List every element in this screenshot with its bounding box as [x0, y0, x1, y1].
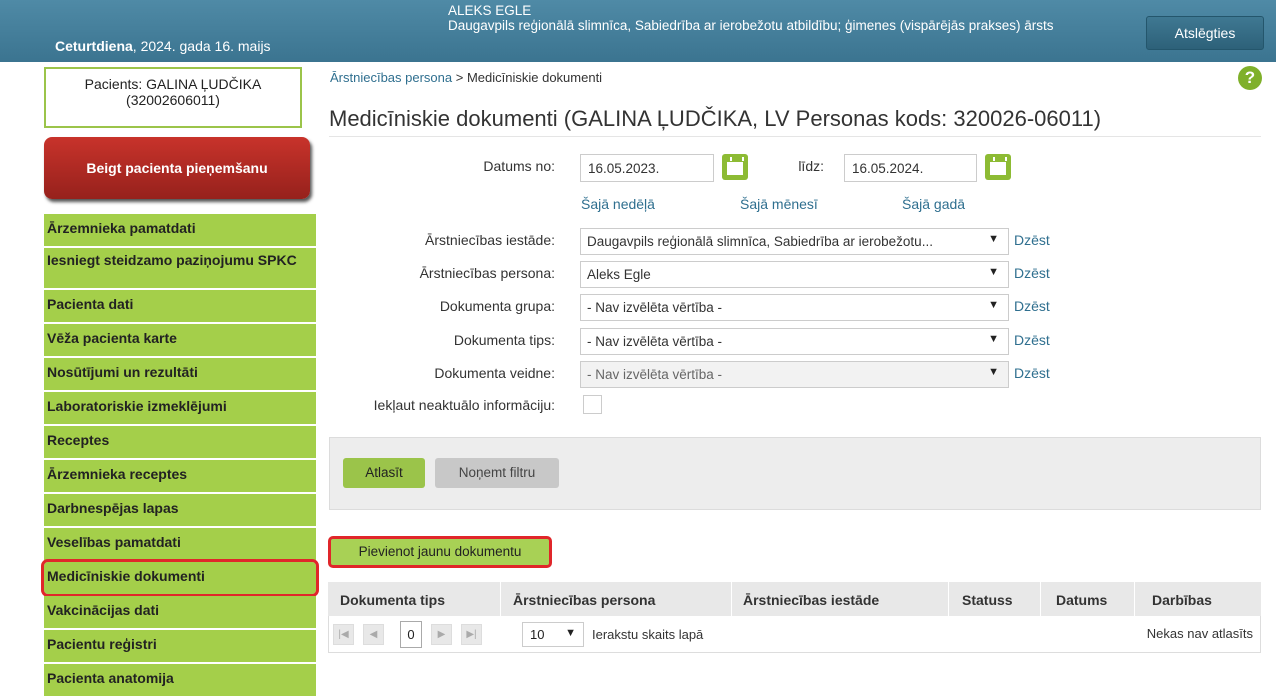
sidebar-nav: Ārzemnieka pamatdati Iesniegt steidzamo … — [41, 214, 319, 698]
sidebar-item-registries[interactable]: Pacientu reģistri — [44, 630, 316, 662]
breadcrumb-root-link[interactable]: Ārstniecības persona — [330, 70, 452, 85]
dropdown-arrow-icon: ▼ — [988, 233, 999, 245]
column-date[interactable]: Datums — [1056, 592, 1107, 608]
page-title: Medicīniskie dokumenti (GALINA ĻUDČIKA, … — [329, 106, 1102, 131]
document-template-label: Dokumenta veidne: — [434, 365, 555, 381]
date-from-calendar-icon[interactable] — [722, 154, 748, 180]
date-from-label: Datums no: — [483, 158, 555, 174]
page-number-input[interactable]: 0 — [400, 621, 422, 648]
document-template-select[interactable]: - Nav izvēlēta vērtība - ▼ — [580, 361, 1009, 388]
sidebar-item-medical-documents[interactable]: Medicīniskie dokumenti — [41, 559, 319, 597]
dropdown-arrow-icon: ▼ — [988, 366, 999, 378]
help-icon[interactable]: ? — [1238, 66, 1262, 90]
next-page-icon[interactable]: ▶ — [431, 624, 452, 645]
add-document-button[interactable]: Pievienot jaunu dokumentu — [328, 536, 552, 568]
user-name: ALEKS EGLE — [448, 3, 532, 18]
document-type-select[interactable]: - Nav izvēlēta vērtība - ▼ — [580, 328, 1009, 355]
breadcrumb-current: Medicīniskie dokumenti — [466, 70, 603, 85]
date-to-input[interactable]: 16.05.2024. — [844, 154, 977, 182]
quick-this-month-link[interactable]: Šajā mēnesī — [740, 196, 818, 212]
title-divider — [329, 136, 1261, 137]
sidebar-item-referrals[interactable]: Nosūtījumi un rezultāti — [44, 358, 316, 390]
sidebar-item-urgent-notification[interactable]: Iesniegt steidzamo paziņojumu SPKC — [44, 248, 316, 288]
column-medical-person[interactable]: Ārstniecības persona — [513, 592, 655, 608]
sidebar-item-prescriptions[interactable]: Receptes — [44, 426, 316, 458]
prev-page-icon[interactable]: ◀ — [363, 624, 384, 645]
sidebar-item-cancer-card[interactable]: Vēža pacienta karte — [44, 324, 316, 356]
document-type-label: Dokumenta tips: — [453, 332, 555, 348]
sidebar-item-vaccination[interactable]: Vakcinācijas dati — [44, 596, 316, 628]
breadcrumb: Ārstniecības persona > Medicīniskie doku… — [330, 70, 603, 85]
clear-filter-button[interactable]: Noņemt filtru — [435, 458, 559, 488]
current-date: Ceturtdiena, 2024. gada 16. maijs — [55, 38, 271, 54]
date-to-label: līdz: — [798, 158, 824, 174]
patient-name: Pacients: GALINA ĻUDČIKA — [84, 76, 262, 92]
sidebar-item-patient-data[interactable]: Pacienta dati — [44, 290, 316, 322]
document-template-clear-link[interactable]: Dzēst — [1014, 365, 1050, 381]
include-outdated-checkbox[interactable] — [583, 395, 602, 414]
quick-this-year-link[interactable]: Šajā gadā — [902, 196, 965, 212]
column-institution[interactable]: Ārstniecības iestāde — [743, 592, 879, 608]
patient-info-box: Pacients: GALINA ĻUDČIKA (32002606011) — [44, 67, 302, 128]
empty-result-text: Nekas nav atlasīts — [1146, 626, 1253, 641]
dropdown-arrow-icon: ▼ — [988, 299, 999, 311]
sidebar-item-anatomy[interactable]: Pacienta anatomija — [44, 664, 316, 696]
include-outdated-label: Iekļaut neaktuālo informāciju: — [373, 397, 555, 413]
document-group-clear-link[interactable]: Dzēst — [1014, 298, 1050, 314]
person-select[interactable]: Aleks Egle ▼ — [580, 261, 1009, 288]
column-status[interactable]: Statuss — [962, 592, 1013, 608]
column-document-type[interactable]: Dokumenta tips — [340, 592, 445, 608]
document-group-select[interactable]: - Nav izvēlēta vērtība - ▼ — [580, 294, 1009, 321]
page-size-select[interactable]: 10 ▼ — [522, 622, 584, 647]
page-size-label: Ierakstu skaits lapā — [592, 627, 704, 642]
date-from-input[interactable]: 16.05.2023. — [580, 154, 714, 182]
user-organization: Daugavpils reģionālā slimnīca, Sabiedrīb… — [448, 18, 1054, 33]
last-page-icon[interactable]: ▶| — [461, 624, 482, 645]
sidebar-item-sick-leave[interactable]: Darbnespējas lapas — [44, 494, 316, 526]
institution-clear-link[interactable]: Dzēst — [1014, 232, 1050, 248]
top-bar: Ceturtdiena, 2024. gada 16. maijs ALEKS … — [0, 0, 1276, 62]
sidebar-item-foreigner-basic-data[interactable]: Ārzemnieka pamatdati — [44, 214, 316, 246]
user-info: ALEKS EGLE Daugavpils reģionālā slimnīca… — [448, 3, 1054, 33]
apply-filter-button[interactable]: Atlasīt — [343, 458, 425, 488]
patient-id: (32002606011) — [126, 92, 220, 108]
person-clear-link[interactable]: Dzēst — [1014, 265, 1050, 281]
date-to-calendar-icon[interactable] — [985, 154, 1011, 180]
logout-button[interactable]: Atslēgties — [1146, 16, 1264, 50]
sidebar-item-health-basics[interactable]: Veselības pamatdati — [44, 528, 316, 560]
institution-label: Ārstniecības iestāde: — [425, 232, 555, 248]
sidebar-item-foreigner-prescriptions[interactable]: Ārzemnieka receptes — [44, 460, 316, 492]
end-visit-button[interactable]: Beigt pacienta pieņemšanu — [44, 137, 310, 199]
dropdown-arrow-icon: ▼ — [988, 266, 999, 278]
table-header: Dokumenta tips Ārstniecības persona Ārst… — [328, 582, 1261, 616]
dropdown-arrow-icon: ▼ — [988, 333, 999, 345]
institution-select[interactable]: Daugavpils reģionālā slimnīca, Sabiedrīb… — [580, 228, 1009, 255]
column-actions: Darbības — [1152, 592, 1212, 608]
document-group-label: Dokumenta grupa: — [439, 298, 555, 314]
sidebar-item-lab-tests[interactable]: Laboratoriskie izmeklējumi — [44, 392, 316, 424]
dropdown-arrow-icon: ▼ — [565, 627, 576, 639]
table-pager: |◀ ◀ 0 ▶ ▶| 10 ▼ Ierakstu skaits lapā Nek… — [328, 616, 1261, 653]
document-type-clear-link[interactable]: Dzēst — [1014, 332, 1050, 348]
person-label: Ārstniecības persona: — [419, 265, 555, 281]
quick-this-week-link[interactable]: Šajā nedēļā — [581, 196, 655, 212]
first-page-icon[interactable]: |◀ — [333, 624, 354, 645]
